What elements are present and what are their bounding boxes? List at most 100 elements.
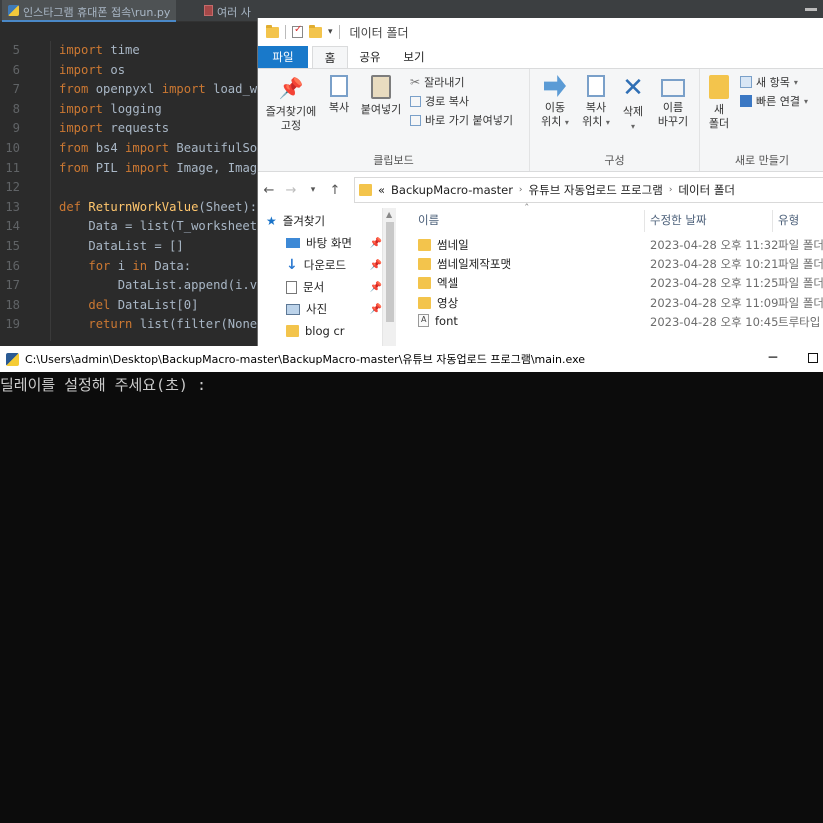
breadcrumb-chevron-icon[interactable]: › (519, 185, 523, 195)
properties-icon[interactable] (292, 24, 303, 38)
file-row[interactable]: font 2023-04-28 오후 10:45트루타입 (398, 314, 823, 333)
file-row[interactable]: 엑셀 2023-04-28 오후 11:25 파일 폴더 (398, 275, 823, 294)
recent-locations-chevron-icon[interactable]: ▾ (302, 185, 324, 195)
tab-view[interactable]: 보기 (392, 46, 436, 68)
console-prompt: 딜레이를 설정해 주세요(초) : (0, 376, 216, 394)
file-name: 썸네일제작포맷 (437, 257, 512, 272)
easy-access-icon (740, 95, 752, 107)
breadcrumb-data-folder[interactable]: 데이터 폴더 (678, 182, 735, 198)
file-date: 2023-04-28 오후 11:09 (650, 295, 779, 310)
move-to-button[interactable]: 이동 위치 ▾ (536, 75, 574, 130)
divider (338, 25, 340, 39)
file-name: font (435, 313, 458, 328)
tab-share[interactable]: 공유 (348, 46, 392, 68)
copy-path-button[interactable]: 경로 복사 (410, 92, 469, 110)
nav-item-desktop[interactable]: 바탕 화면 📌 (286, 232, 382, 254)
scrollbar-thumb[interactable] (386, 222, 394, 322)
paste-shortcut-label: 바로 가기 붙여넣기 (425, 114, 513, 127)
pin-icon[interactable]: 📌 (370, 304, 382, 315)
code-text: return list(filter(None, (88, 317, 265, 332)
pin-icon[interactable]: 📌 (370, 260, 382, 271)
forward-arrow-icon[interactable]: → (280, 183, 302, 198)
pin-icon[interactable]: 📌 (370, 238, 382, 249)
customize-toolbar-icon[interactable]: ▾ (328, 27, 333, 37)
file-date: 2023-04-28 오후 11:32 (650, 238, 779, 252)
minimize-icon[interactable] (805, 2, 817, 11)
tab-file[interactable]: 파일 (258, 46, 308, 68)
code-text: from PIL import Image, ImageD (59, 160, 272, 175)
navigation-bar: ← → ▾ ↑ « BackupMacro-master › 유튜브 자동업로드… (258, 175, 823, 205)
nav-item-downloads[interactable]: ↓ 다운로드 📌 (286, 254, 382, 276)
copy-to-icon (587, 75, 605, 97)
breadcrumb-backupmacro[interactable]: BackupMacro-master (391, 183, 513, 197)
breadcrumb-chevron-icon[interactable]: › (669, 185, 673, 195)
copy-to-button[interactable]: 복사 위치 ▾ (576, 75, 616, 130)
pictures-icon (286, 303, 300, 315)
console-window: C:\Users\admin\Desktop\BackupMacro-maste… (0, 346, 823, 823)
ide-tab-run-py[interactable]: 인스타그램 휴대폰 접속\run.py (2, 0, 177, 22)
file-explorer-window: ▾ 데이터 폴더 파일 홈 공유 보기 📌 즐겨찾기에 고정 복사 붙여넣기 (257, 18, 823, 346)
file-row[interactable]: 영상 2023-04-28 오후 11:09 파일 폴더 (398, 295, 823, 314)
tab-home[interactable]: 홈 (312, 46, 348, 68)
breadcrumb-youtube[interactable]: 유튜브 자동업로드 프로그램 (529, 182, 663, 198)
line-number: 8 (12, 101, 20, 116)
folder-icon (418, 277, 431, 290)
file-name: 썸네일 (437, 238, 469, 252)
column-header-date[interactable]: 수정한 날짜 (650, 208, 707, 232)
copy-to-label-line2: 위치 (582, 115, 603, 128)
explorer-titlebar: ▾ 데이터 폴더 (258, 18, 823, 46)
nav-item-label: 사진 (306, 302, 328, 316)
new-folder-icon[interactable] (309, 24, 322, 38)
paste-shortcut-button[interactable]: 바로 가기 붙여넣기 (410, 111, 513, 129)
new-item-icon (740, 76, 752, 88)
organize-group: 이동 위치 ▾ 복사 위치 ▾ ✕ 삭제 ▾ 이름 바꾸기 구성 (530, 69, 700, 171)
column-header-name[interactable]: 이름 (418, 208, 439, 232)
code-text: import time (59, 43, 140, 57)
column-header-type[interactable]: 유형 (778, 208, 799, 232)
nav-item-documents[interactable]: 문서 📌 (286, 276, 382, 298)
nav-item-quick-access[interactable]: ★ 즐겨찾기 (266, 210, 390, 232)
up-arrow-icon[interactable]: ↑ (324, 183, 346, 198)
nav-item-pictures[interactable]: 사진 📌 (286, 298, 382, 320)
file-row[interactable]: 썸네일제작포맷 2023-04-28 오후 10:21 파일 폴더 (398, 256, 823, 275)
file-type: 파일 폴더 (778, 257, 823, 272)
pin-icon[interactable]: 📌 (370, 282, 382, 293)
code-text: DataList.append(i.va (59, 278, 265, 293)
nav-item-label: 문서 (303, 280, 325, 294)
back-arrow-icon[interactable]: ← (258, 183, 280, 198)
ide-tab-second[interactable]: 여러 사 (198, 0, 257, 22)
delete-button[interactable]: ✕ 삭제 ▾ (618, 75, 648, 134)
line-number: 18 (5, 297, 20, 312)
address-overflow[interactable]: « (378, 183, 385, 197)
scroll-up-icon[interactable]: ▲ (386, 210, 392, 219)
nav-item-blog-cr[interactable]: blog cr (286, 320, 382, 342)
paste-button[interactable]: 붙여넣기 (358, 75, 404, 117)
maximize-button[interactable] (793, 346, 823, 372)
address-bar[interactable]: « BackupMacro-master › 유튜브 자동업로드 프로그램 › … (354, 177, 823, 203)
window-title: 데이터 폴더 (349, 25, 409, 40)
move-label-line1: 이동 (544, 101, 566, 114)
rename-button[interactable]: 이름 바꾸기 (650, 75, 696, 129)
minimize-button[interactable]: ─ (753, 346, 793, 372)
new-item-button[interactable]: 새 항목 ▾ (740, 73, 798, 91)
paste-icon (371, 75, 391, 99)
new-folder-icon (709, 75, 729, 99)
cut-button[interactable]: ✂ 잘라내기 (410, 73, 465, 91)
nav-pane-scrollbar[interactable]: ▲ (382, 208, 396, 346)
easy-access-button[interactable]: 빠른 연결 ▾ (740, 92, 808, 110)
ide-tab-label: 인스타그램 휴대폰 접속\run.py (23, 6, 171, 19)
file-date: 2023-04-28 오후 10:45 (650, 314, 779, 329)
nav-item-label: blog cr (305, 324, 345, 338)
new-folder-button[interactable]: 새 폴더 (704, 75, 734, 131)
column-divider[interactable] (644, 210, 645, 232)
file-row[interactable]: 썸네일 2023-04-28 오후 11:32 파일 폴더 (398, 237, 823, 256)
folder-icon[interactable] (266, 24, 279, 38)
copy-button[interactable]: 복사 (324, 75, 354, 115)
delete-label: 삭제 (622, 105, 644, 118)
column-divider[interactable] (772, 210, 773, 232)
nav-item-label: 즐겨찾기 (282, 214, 326, 228)
console-output[interactable]: 딜레이를 설정해 주세요(초) : (0, 372, 823, 823)
pin-to-quick-access-button[interactable]: 📌 즐겨찾기에 고정 (262, 75, 320, 133)
line-number: 5 (12, 43, 20, 57)
paste-label: 붙여넣기 (360, 103, 402, 116)
